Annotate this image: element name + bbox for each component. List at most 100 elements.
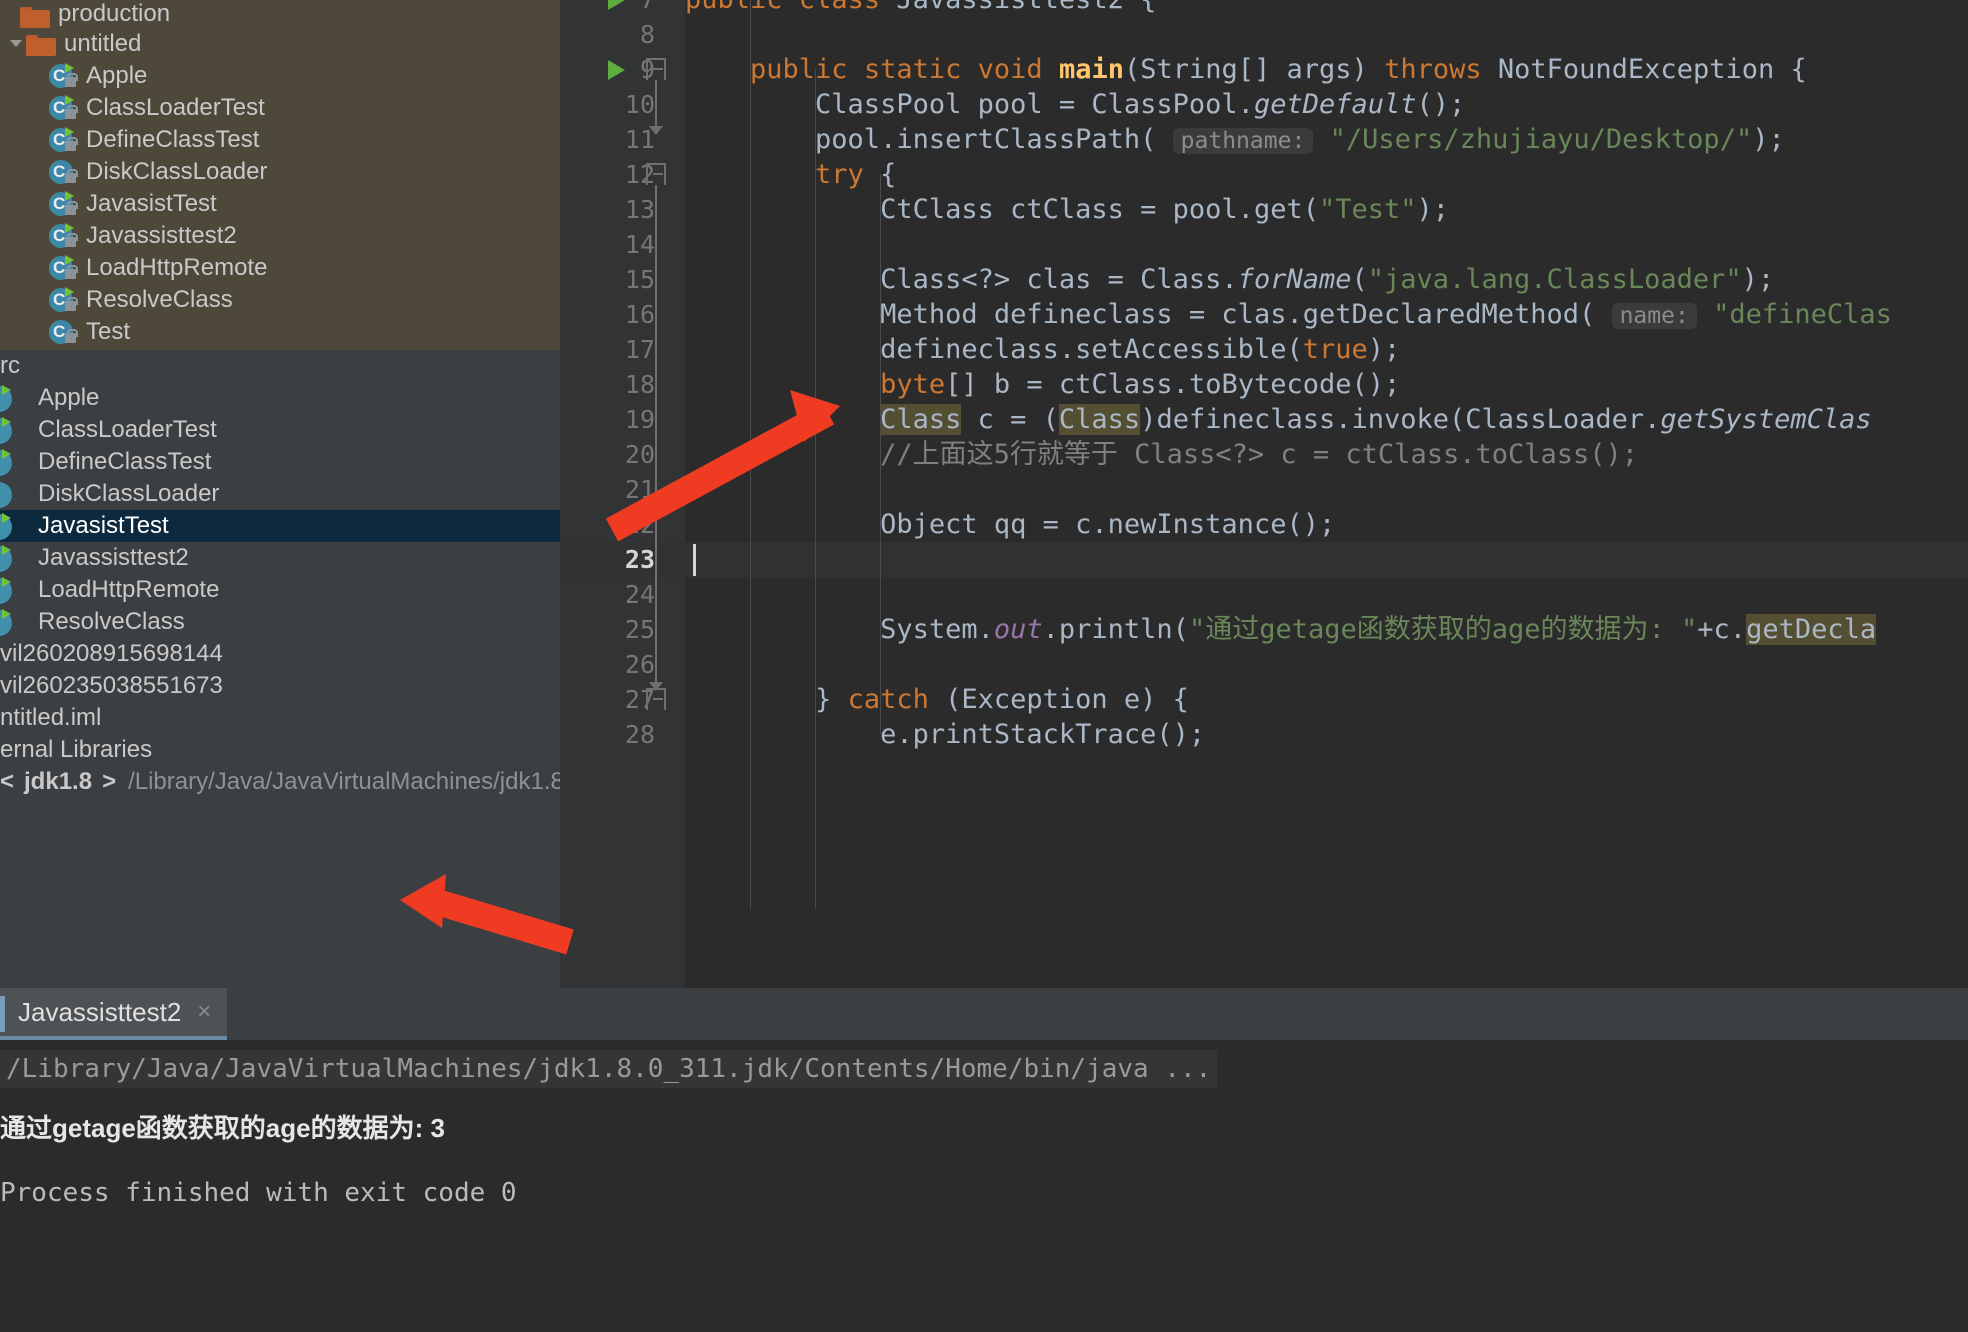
- tree-row-src-file[interactable]: DefineClassTest: [0, 446, 560, 478]
- tree-row-item[interactable]: vil260208915698144: [0, 638, 560, 670]
- indent-guide: [815, 69, 816, 909]
- close-icon[interactable]: ×: [197, 998, 211, 1026]
- code-line[interactable]: Class c = (Class)defineclass.invoke(Clas…: [685, 402, 1872, 437]
- run-gutter-icon[interactable]: [608, 0, 625, 10]
- tree-label: untitled: [64, 30, 141, 58]
- tree-label: JavasistTest: [86, 190, 217, 218]
- code-line[interactable]: Object qq = c.newInstance();: [685, 507, 1335, 542]
- tree-row-src-file[interactable]: ResolveClass: [0, 606, 560, 638]
- tree-row-src[interactable]: rc: [0, 350, 560, 382]
- code-fold-icon[interactable]: [646, 688, 666, 710]
- fold-connector-line: [655, 185, 657, 682]
- gutter-line-number: 27: [560, 682, 685, 717]
- tree-row-class[interactable]: C Test: [0, 316, 560, 348]
- tree-row-class[interactable]: CClassLoaderTest: [0, 92, 560, 124]
- java-class-icon: C: [48, 254, 78, 282]
- tree-label: DefineClassTest: [38, 448, 211, 476]
- code-line[interactable]: defineclass.setAccessible(true);: [685, 332, 1400, 367]
- tree-row-class[interactable]: CDefineClassTest: [0, 124, 560, 156]
- gutter-line-number: 22: [560, 507, 685, 542]
- tree-label: Test: [86, 318, 130, 346]
- code-line[interactable]: ClassPool pool = ClassPool.getDefault();: [685, 87, 1465, 122]
- tree-label: LoadHttpRemote: [86, 254, 267, 282]
- java-class-icon: C: [48, 190, 78, 218]
- gutter-line-number: 26: [560, 647, 685, 682]
- gutter-line-number: 18: [560, 367, 685, 402]
- java-source-icon: [0, 416, 30, 444]
- run-console-panel[interactable]: Javassisttest2 × /Library/Java/JavaVirtu…: [0, 988, 1968, 1332]
- tree-row-class[interactable]: CJavassisttest2: [0, 220, 560, 252]
- tree-label: JavasistTest: [38, 512, 169, 540]
- fold-connector-cap: [649, 682, 663, 691]
- code-line[interactable]: pool.insertClassPath( pathname: "/Users/…: [685, 122, 1785, 157]
- code-line[interactable]: byte[] b = ctClass.toBytecode();: [685, 367, 1400, 402]
- tree-row-item[interactable]: ntitled.iml: [0, 702, 560, 734]
- tree-row-src-file[interactable]: ClassLoaderTest: [0, 414, 560, 446]
- tree-label: Apple: [86, 62, 147, 90]
- tree-row-class[interactable]: C LoadHttpRemote: [0, 252, 560, 284]
- console-tab-javassisttest2[interactable]: Javassisttest2 ×: [0, 988, 227, 1040]
- gutter-line-number: 11: [560, 122, 685, 157]
- production-group: production untitled C AppleCClassLoaderTe…: [0, 0, 560, 350]
- code-line[interactable]: e.printStackTrace();: [685, 717, 1205, 752]
- tree-label: Javassisttest2: [38, 544, 189, 572]
- chevron-down-icon[interactable]: [6, 34, 26, 54]
- code-line[interactable]: public class Javassisttest2 {: [685, 0, 1156, 17]
- code-line[interactable]: //上面这5行就等于 Class<?> c = ctClass.toClass(…: [685, 437, 1638, 472]
- project-tree-panel[interactable]: production untitled CAppleCClassLoaderTe…: [0, 0, 560, 988]
- tree-row-src-file[interactable]: DiskClassLoader: [0, 478, 560, 510]
- code-line[interactable]: public static void main(String[] args) t…: [685, 52, 1807, 87]
- java-source-icon: [0, 448, 30, 476]
- folder-icon: [26, 32, 56, 56]
- gutter-line-number: 16: [560, 297, 685, 332]
- gutter-line-number: 20: [560, 437, 685, 472]
- gutter-line-number: 28: [560, 717, 685, 752]
- code-line[interactable]: Method defineclass = clas.getDeclaredMet…: [685, 297, 1892, 332]
- fold-connector-line: [655, 80, 657, 126]
- code-line[interactable]: System.out.println("通过getage函数获取的age的数据为…: [685, 612, 1876, 647]
- java-source-icon: [0, 512, 30, 540]
- java-class-icon: C: [48, 62, 78, 90]
- fold-connector-cap: [649, 126, 663, 135]
- tree-row-src-file[interactable]: Javassisttest2: [0, 542, 560, 574]
- gutter-line-number: 8: [560, 17, 685, 52]
- tree-row-production[interactable]: production: [0, 0, 560, 28]
- console-tab-bar: Javassisttest2 ×: [0, 988, 1968, 1040]
- tree-row-src-file[interactable]: Apple: [0, 382, 560, 414]
- tree-row-jdk[interactable]: < jdk1.8 > /Library/Java/JavaVirtualMach…: [0, 766, 560, 798]
- code-line[interactable]: try {: [685, 157, 896, 192]
- java-source-icon: [0, 544, 30, 572]
- tree-row-class[interactable]: C JavasistTest: [0, 188, 560, 220]
- tree-label: DiskClassLoader: [86, 158, 267, 186]
- param-hint-pathname: pathname:: [1173, 128, 1314, 154]
- tree-label: ResolveClass: [86, 286, 233, 314]
- code-line[interactable]: Class<?> clas = Class.forName("java.lang…: [685, 262, 1774, 297]
- code-line[interactable]: } catch (Exception e) {: [685, 682, 1189, 717]
- tree-row-item[interactable]: vil260235038551673: [0, 670, 560, 702]
- code-line[interactable]: CtClass ctClass = pool.get("Test");: [685, 192, 1449, 227]
- tree-label: LoadHttpRemote: [38, 576, 219, 604]
- java-class-icon: C: [48, 318, 78, 346]
- editor-gutter[interactable]: 7891011121314151617181920212223242526272…: [560, 0, 685, 988]
- run-gutter-icon[interactable]: [608, 60, 625, 80]
- tree-label: Apple: [38, 384, 99, 412]
- tree-row-class[interactable]: CDiskClassLoader: [0, 156, 560, 188]
- tree-label: DiskClassLoader: [38, 480, 219, 508]
- code-fold-icon[interactable]: [646, 163, 666, 185]
- tree-row-class[interactable]: CResolveClass: [0, 284, 560, 316]
- production-class-list: CAppleCClassLoaderTestCDefineClassTestCD…: [0, 60, 560, 348]
- param-hint-name: name:: [1612, 303, 1697, 329]
- code-text-area[interactable]: public class Javassisttest2 { public sta…: [685, 0, 1968, 988]
- java-source-icon: [0, 608, 30, 636]
- code-fold-icon[interactable]: [646, 58, 666, 80]
- jdk-name: jdk1.8: [24, 768, 92, 796]
- tree-row-class[interactable]: C Apple: [0, 60, 560, 92]
- src-group: rc AppleClassLoaderTestDefineClassTest Di…: [0, 350, 560, 798]
- tree-row-item[interactable]: ernal Libraries: [0, 734, 560, 766]
- tree-row-untitled[interactable]: untitled: [0, 28, 560, 60]
- tree-row-selected[interactable]: JavasistTest: [0, 510, 560, 542]
- gutter-line-number: 19: [560, 402, 685, 437]
- tree-label: Javassisttest2: [86, 222, 237, 250]
- code-editor[interactable]: 7891011121314151617181920212223242526272…: [560, 0, 1968, 988]
- tree-row-src-file[interactable]: LoadHttpRemote: [0, 574, 560, 606]
